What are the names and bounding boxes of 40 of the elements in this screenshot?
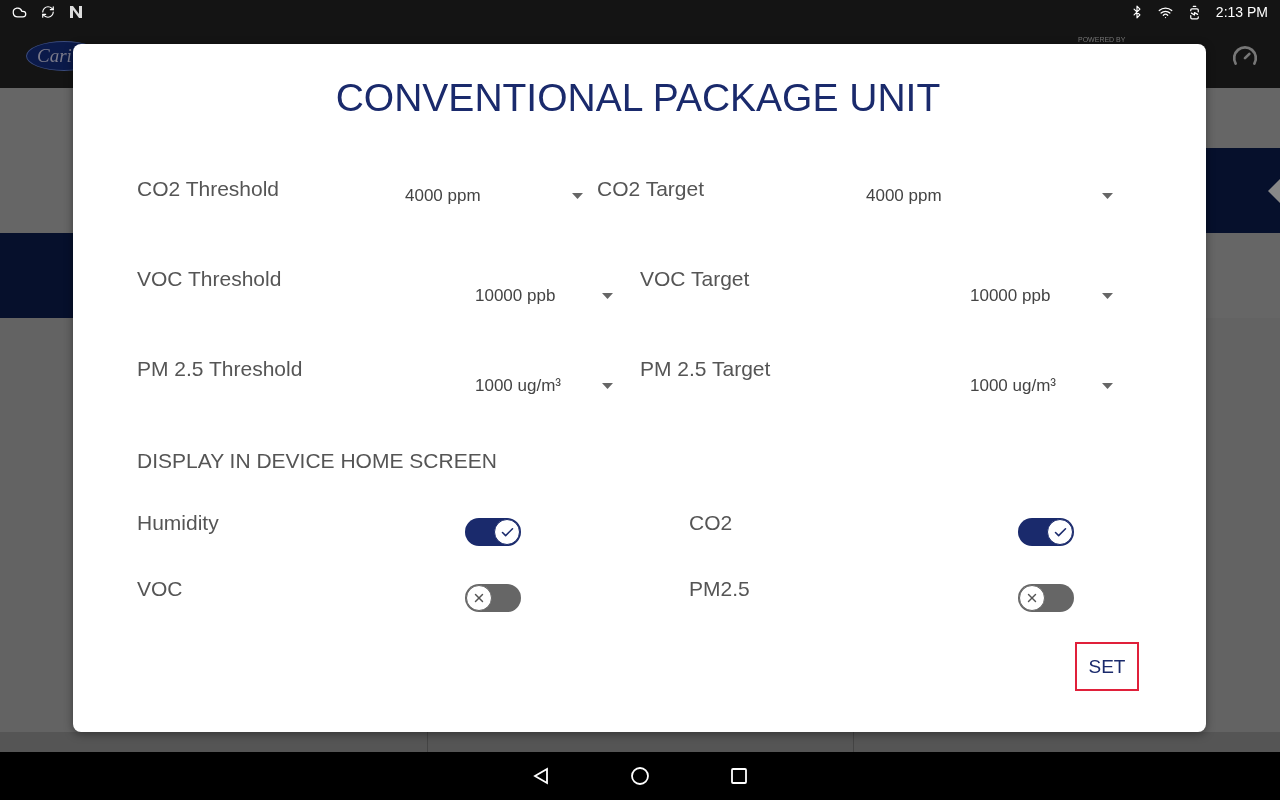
section-heading: DISPLAY IN DEVICE HOME SCREEN — [137, 448, 498, 474]
caret-icon — [602, 293, 613, 299]
cloud-icon — [12, 4, 27, 20]
toggle-label: PM2.5 — [689, 576, 751, 602]
n-icon — [69, 5, 83, 19]
toggle-label: VOC — [137, 576, 184, 602]
field-label: PM 2.5 Threshold — [137, 356, 304, 382]
toggle-switch[interactable] — [1018, 584, 1074, 612]
dropdown[interactable]: 4000 ppm — [866, 184, 1115, 208]
back-icon[interactable] — [532, 767, 550, 785]
home-icon[interactable] — [630, 766, 650, 786]
toggle-label: Humidity — [137, 510, 220, 536]
dialog-title: CONVENTIONAL PACKAGE UNIT — [334, 75, 942, 121]
caret-icon — [602, 383, 613, 389]
wifi-icon — [1157, 4, 1173, 20]
clock-time: 2:13 PM — [1215, 4, 1268, 20]
set-button[interactable]: SET — [1075, 642, 1139, 691]
field-label: CO2 Target — [597, 176, 705, 202]
caret-icon — [1102, 293, 1113, 299]
arrow-left-icon — [1268, 178, 1280, 203]
dropdown[interactable]: 10000 ppb — [970, 284, 1115, 308]
field-label: VOC Threshold — [137, 266, 283, 292]
close-icon — [472, 591, 486, 605]
caret-icon — [1102, 383, 1113, 389]
field-label: PM 2.5 Target — [640, 356, 772, 382]
sync-icon — [41, 5, 55, 19]
caret-icon — [572, 193, 583, 199]
dropdown[interactable]: 4000 ppm — [405, 184, 585, 208]
dropdown[interactable]: 10000 ppb — [475, 284, 615, 308]
dropdown[interactable]: 1000 ug/m³ — [970, 374, 1115, 398]
recents-icon[interactable] — [730, 767, 748, 785]
toggle-label: CO2 — [689, 510, 734, 536]
toggle-switch[interactable] — [1018, 518, 1074, 546]
dropdown[interactable]: 1000 ug/m³ — [475, 374, 615, 398]
field-label: VOC Target — [640, 266, 751, 292]
toggle-switch[interactable] — [465, 584, 521, 612]
field-label: CO2 Threshold — [137, 176, 281, 202]
close-icon — [1025, 591, 1039, 605]
caret-icon — [1102, 193, 1113, 199]
toggle-switch[interactable] — [465, 518, 521, 546]
